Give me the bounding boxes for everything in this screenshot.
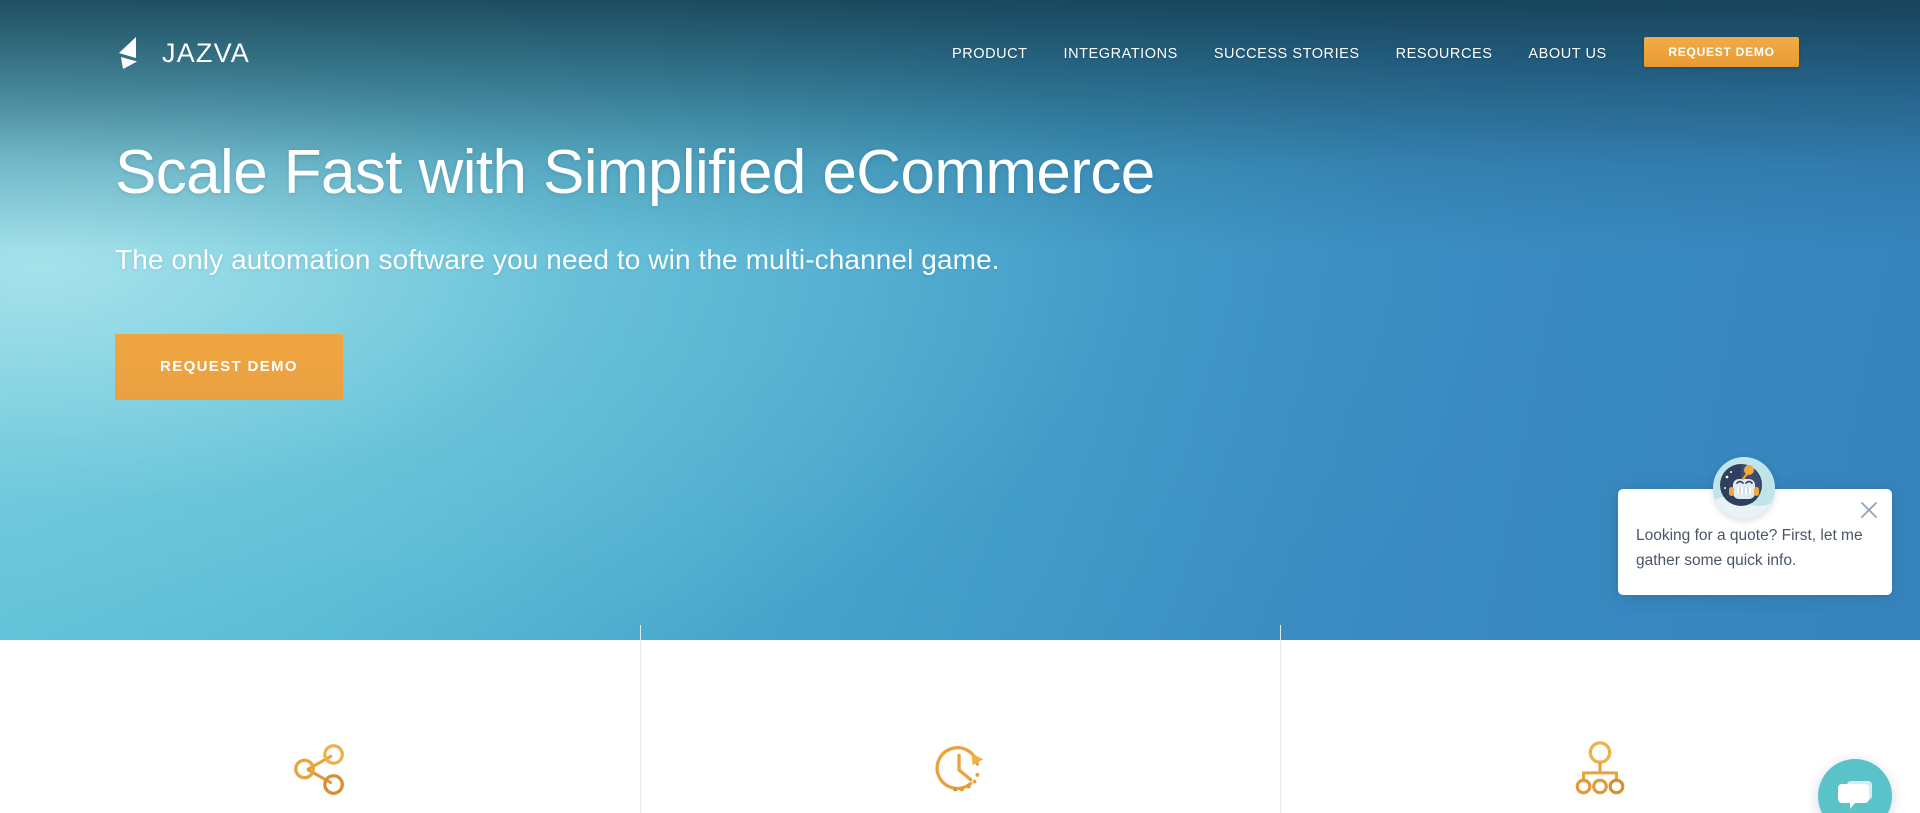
hero-headline: Scale Fast with Simplified eCommerce [115,138,1155,207]
brand-name: JAZVA [162,37,251,68]
jazva-triangle-logo-icon [119,37,137,69]
nav-item-success-stories[interactable]: SUCCESS STORIES [1196,40,1378,68]
clock-refresh-icon [935,746,984,792]
header-request-demo-button[interactable]: REQUEST DEMO [1644,37,1799,67]
hero-request-demo-button[interactable]: REQUEST DEMO [115,333,343,400]
hierarchy-tree-icon [1575,741,1625,795]
nav-item-resources[interactable]: RESOURCES [1378,40,1511,68]
chat-bubbles-icon [1838,781,1872,809]
hero-subheadline: The only automation software you need to… [115,243,1000,275]
nav-item-integrations[interactable]: INTEGRATIONS [1046,40,1196,68]
chat-message-bubble: Looking for a quote? First, let me gathe… [1618,456,1892,595]
main-navigation: PRODUCT INTEGRATIONS SUCCESS STORIES RES… [952,40,1625,68]
feature-column-1 [0,620,640,813]
brand-logo[interactable]: JAZVA [115,36,250,70]
page-root: JAZVA PRODUCT INTEGRATIONS SUCCESS STORI… [0,0,1920,813]
chat-message-text: Looking for a quote? First, let me gathe… [1636,526,1863,569]
nav-item-product[interactable]: PRODUCT [952,40,1046,68]
nav-item-about-us[interactable]: ABOUT US [1510,40,1624,68]
feature-column-2 [640,620,1280,813]
share-network-icon [294,744,344,795]
feature-strip [0,620,1920,813]
hero-content: Scale Fast with Simplified eCommerce The… [115,140,1155,400]
site-header: JAZVA PRODUCT INTEGRATIONS SUCCESS STORI… [0,0,1920,100]
robot-avatar-icon [1713,456,1775,519]
chat-avatar [1713,456,1775,519]
close-icon[interactable] [1858,499,1880,521]
